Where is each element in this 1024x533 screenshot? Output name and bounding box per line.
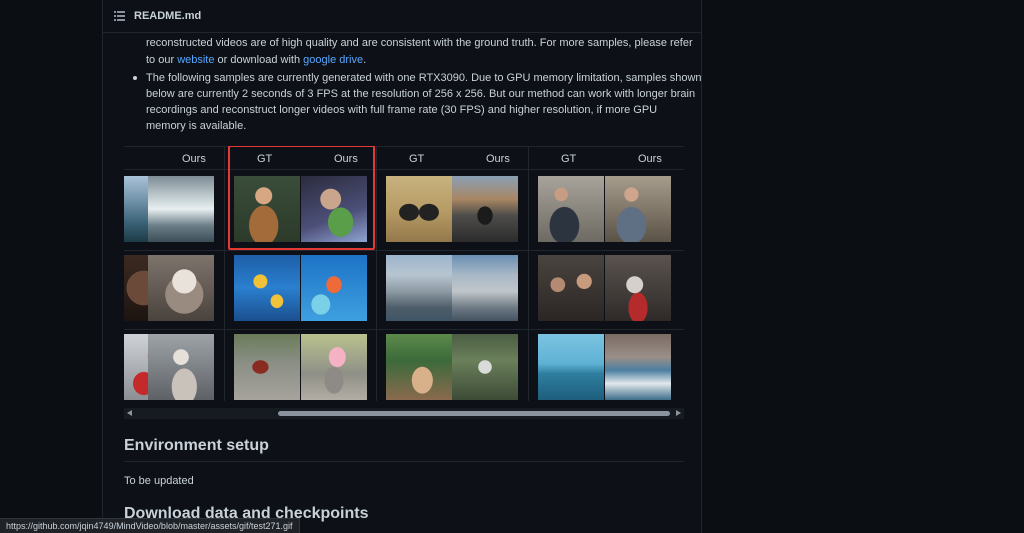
bullet-dot	[133, 76, 137, 80]
intro-text: .	[363, 54, 367, 66]
ours-crowd-thumbnail	[605, 255, 671, 321]
ours-men-talking-thumbnail	[605, 176, 671, 242]
gallery-header-row: Ours GT Ours GT Ours GT Ours	[124, 146, 684, 170]
bullet-line-4: memory is available.	[146, 120, 247, 132]
ours-ocean-waves-thumbnail	[605, 334, 671, 400]
col-header-gt: GT	[561, 153, 577, 165]
col-header-gt: GT	[409, 153, 425, 165]
ours-motorcycle-thumbnail	[452, 176, 518, 242]
list-icon[interactable]	[114, 11, 125, 21]
ours-waterfall-landscape-thumbnail	[452, 334, 518, 400]
ours-walking-person-thumbnail	[301, 334, 367, 400]
gt-motorcycles-thumbnail	[386, 176, 452, 242]
ours-city-skyline-thumbnail	[452, 255, 518, 321]
readme-title: README.md	[134, 10, 202, 22]
col-header-ours: Ours	[182, 153, 206, 165]
sample-gallery-table[interactable]: Ours GT Ours GT Ours GT Ours	[124, 146, 684, 401]
gt-fish-thumbnail	[234, 255, 300, 321]
gt-ocean-thumbnail	[538, 334, 604, 400]
bullet-line-1: The following samples are currently gene…	[146, 72, 702, 84]
scroll-right-arrow-icon[interactable]	[676, 410, 681, 416]
column-divider	[224, 146, 225, 401]
intro-line-2: to our website or download with google d…	[146, 52, 366, 69]
ours-waterfall-thumbnail	[148, 176, 214, 242]
heading-rule	[124, 461, 684, 462]
gt-city-skyline-thumbnail	[386, 255, 452, 321]
ours-cat-thumbnail	[148, 255, 214, 321]
scroll-left-arrow-icon[interactable]	[127, 410, 132, 416]
intro-line-1: reconstructed videos are of high quality…	[146, 37, 693, 49]
environment-setup-heading: Environment setup	[124, 437, 269, 454]
intro-text: to our	[146, 54, 178, 66]
row-divider	[124, 250, 684, 251]
browser-viewport: README.md reconstructed videos are of hi…	[0, 0, 1024, 533]
bullet-line-3: recordings and reconstruct longer videos…	[146, 104, 658, 116]
ours-people-street-thumbnail	[148, 334, 214, 400]
highlight-box	[228, 146, 375, 250]
ours-fish-thumbnail	[301, 255, 367, 321]
bullet-line-2: below are currently 2 seconds of 3 FPS a…	[146, 88, 696, 100]
google-drive-link[interactable]: google drive	[303, 54, 363, 66]
intro-text: or download with	[214, 54, 304, 66]
gt-men-talking-thumbnail	[538, 176, 604, 242]
website-link[interactable]: website	[177, 54, 214, 66]
row-divider	[124, 329, 684, 330]
col-header-ours: Ours	[486, 153, 510, 165]
readme-content: reconstructed videos are of high quality…	[103, 33, 702, 533]
column-divider	[528, 146, 529, 401]
gt-crowd-thumbnail	[538, 255, 604, 321]
environment-setup-text: To be updated	[124, 475, 194, 487]
scrollbar-thumb[interactable]	[278, 411, 670, 416]
link-status-bar: https://github.com/jqin4749/MindVideo/bl…	[0, 518, 300, 533]
gt-river-landscape-thumbnail	[386, 334, 452, 400]
gallery-horizontal-scrollbar[interactable]	[124, 408, 684, 419]
readme-panel: README.md reconstructed videos are of hi…	[102, 0, 702, 533]
readme-header: README.md	[103, 0, 701, 33]
col-header-ours: Ours	[638, 153, 662, 165]
column-divider	[376, 146, 377, 401]
gt-street-scene-thumbnail	[234, 334, 300, 400]
